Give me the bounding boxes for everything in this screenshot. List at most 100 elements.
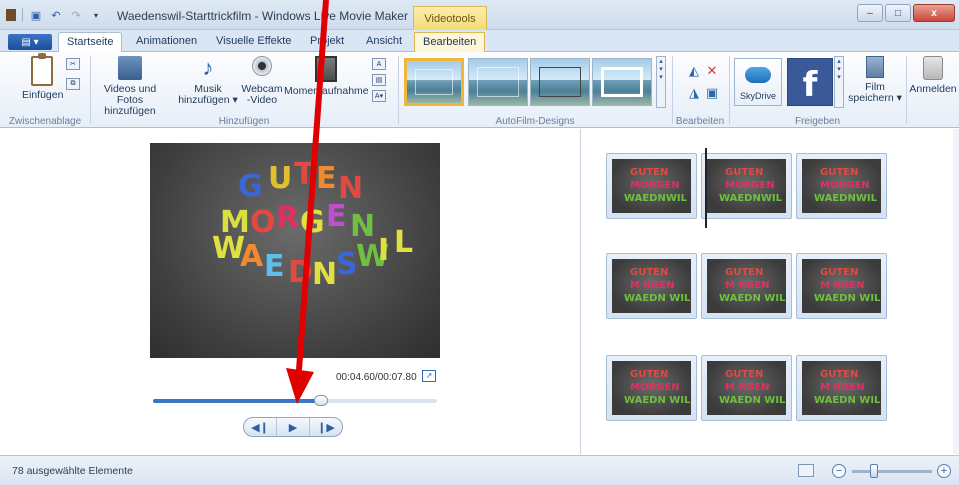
title-bar: ▣ ↶ ↷ ▾ Waedenswil-Starttrickfilm - Wind… xyxy=(0,0,959,32)
clip-thumbnail: GUTEN M RGEN WAEDN WIL xyxy=(707,361,786,415)
storyboard-clip[interactable]: GUTEN M RGEN WAEDN WIL xyxy=(796,253,887,319)
preview-pane: G U T E N M O R G E N W A E D N S W I L … xyxy=(0,129,581,454)
snapshot-icon xyxy=(315,56,337,82)
storyboard-clip[interactable]: GUTEN MORGEN WAEDNWIL xyxy=(796,153,887,219)
zoom-out-button[interactable]: − xyxy=(832,464,846,478)
skydrive-button[interactable]: SkyDrive xyxy=(734,58,782,106)
thumbnail-size-icon[interactable] xyxy=(798,464,814,477)
storyboard-clip[interactable]: GUTEN M RGEN WAEDN WIL xyxy=(606,253,697,319)
clip-thumbnail: GUTEN MORGEN WAEDNWIL xyxy=(707,159,786,213)
clip-thumbnail: GUTEN M RGEN WAEDN WIL xyxy=(707,259,786,313)
clip-thumbnail-text: WAEDNWIL xyxy=(624,193,687,204)
tab-bearbeiten[interactable]: Bearbeiten xyxy=(414,32,486,53)
seek-bar[interactable] xyxy=(153,395,437,406)
clip-thumbnail-text: GUTEN xyxy=(725,167,764,178)
clip-thumbnail-text: M RGEN xyxy=(820,280,865,291)
save-movie-button[interactable]: Film speichern ▾ xyxy=(848,56,902,104)
rotate-left-icon[interactable]: ◭ xyxy=(686,64,702,78)
maximize-button[interactable]: □ xyxy=(885,4,911,22)
storyboard-clip[interactable]: GUTEN M RGEN WAEDN WIL xyxy=(796,355,887,421)
facebook-button[interactable]: f xyxy=(787,58,833,106)
playback-controls: ◀❙ ▶ ❙▶ xyxy=(243,417,343,437)
share-gallery-scroll[interactable]: ▴ ▾ ▾ xyxy=(834,56,844,108)
add-credits-icon[interactable]: A▾ xyxy=(372,90,386,102)
add-caption-icon[interactable]: ▤ xyxy=(372,74,386,86)
tab-startseite[interactable]: Startseite xyxy=(58,32,123,53)
clip-thumbnail-text: GUTEN xyxy=(725,369,764,380)
clip-thumbnail-text: GUTEN xyxy=(630,167,669,178)
autofilm-theme-gallery xyxy=(404,58,666,110)
clip-thumbnail-text: M RGEN xyxy=(725,382,770,393)
user-icon xyxy=(923,56,943,80)
selection-count: 78 ausgewählte Elemente xyxy=(12,465,133,477)
group-label-autofilm: AutoFilm-Designs xyxy=(495,116,575,127)
close-button[interactable]: x xyxy=(913,4,955,22)
zoom-slider[interactable] xyxy=(852,470,932,473)
clip-thumbnail-text: MORGEN xyxy=(630,382,680,393)
clip-thumbnail-text: WAEDN WIL xyxy=(814,395,881,406)
zoom-slider-thumb[interactable] xyxy=(870,464,878,478)
theme-option-4[interactable] xyxy=(592,58,652,106)
save-icon[interactable]: ▣ xyxy=(29,8,43,22)
paste-button[interactable]: Einfügen xyxy=(22,53,63,101)
rotate-right-icon[interactable]: ◮ xyxy=(686,86,702,100)
cut-icon[interactable]: ✂ xyxy=(66,58,80,70)
clip-thumbnail-text: WAEDNWIL xyxy=(719,193,782,204)
storyboard-clip[interactable]: GUTEN MORGEN WAEDN WIL xyxy=(606,355,697,421)
storyboard-playhead[interactable] xyxy=(705,148,707,228)
add-videos-photos-button[interactable]: Videos und Fotos hinzufügen xyxy=(94,56,166,117)
storyboard-clip[interactable]: GUTEN MORGEN WAEDNWIL xyxy=(606,153,697,219)
app-logo-icon[interactable] xyxy=(6,9,16,21)
storyboard-clip[interactable]: GUTEN M RGEN WAEDN WIL xyxy=(701,355,792,421)
theme-option-1[interactable] xyxy=(404,58,464,106)
storyboard-clip[interactable]: GUTEN MORGEN WAEDNWIL xyxy=(701,153,792,219)
storyboard-clip[interactable]: GUTEN M RGEN WAEDN WIL xyxy=(701,253,792,319)
add-title-icon[interactable]: A xyxy=(372,58,386,70)
redo-icon[interactable]: ↷ xyxy=(69,8,83,22)
clip-thumbnail: GUTEN M RGEN WAEDN WIL xyxy=(802,361,881,415)
zoom-in-button[interactable]: + xyxy=(937,464,951,478)
play-button[interactable]: ▶ xyxy=(277,418,310,436)
storyboard-scrollbar[interactable] xyxy=(953,129,959,454)
application-menu-button[interactable]: ▤ ▾ xyxy=(8,34,52,50)
clip-thumbnail-text: WAEDN WIL xyxy=(814,293,881,304)
snapshot-button[interactable]: Momentaufnahme xyxy=(284,56,369,97)
clipboard-icon xyxy=(31,53,53,86)
webcam-video-button[interactable]: Webcam -Video xyxy=(240,56,284,106)
quick-access-toolbar: ▣ ↶ ↷ ▾ xyxy=(6,8,103,22)
video-preview[interactable]: G U T E N M O R G E N W A E D N S W I L xyxy=(150,143,440,358)
clip-thumbnail: GUTEN M RGEN WAEDN WIL xyxy=(612,259,691,313)
music-note-icon: ♪ xyxy=(202,55,214,80)
clip-thumbnail-text: GUTEN xyxy=(820,167,859,178)
theme-option-2[interactable] xyxy=(468,58,528,106)
undo-icon[interactable]: ↶ xyxy=(49,8,63,22)
customize-toolbar-icon[interactable]: ▾ xyxy=(89,8,103,22)
tab-animationen[interactable]: Animationen xyxy=(136,35,197,47)
next-frame-button[interactable]: ❙▶ xyxy=(310,418,342,436)
clip-thumbnail-text: GUTEN xyxy=(630,369,669,380)
clip-thumbnail-text: WAEDN WIL xyxy=(624,395,691,406)
status-bar: 78 ausgewählte Elemente − + xyxy=(0,455,959,485)
group-label-share: Freigeben xyxy=(794,116,841,127)
tab-ansicht[interactable]: Ansicht xyxy=(366,35,402,47)
select-all-icon[interactable]: ▣ xyxy=(704,86,720,100)
delete-icon[interactable]: ✕ xyxy=(704,64,720,78)
seek-progress xyxy=(153,399,321,403)
copy-icon[interactable]: ⧉ xyxy=(66,78,80,90)
previous-frame-button[interactable]: ◀❙ xyxy=(244,418,277,436)
tab-projekt[interactable]: Projekt xyxy=(310,35,344,47)
clip-thumbnail: GUTEN MORGEN WAEDNWIL xyxy=(802,159,881,213)
group-label-edit: Bearbeiten xyxy=(675,116,725,127)
clip-thumbnail-text: MORGEN xyxy=(820,180,870,191)
theme-gallery-scroll[interactable]: ▴ ▾ ▾ xyxy=(656,56,666,108)
seek-thumb[interactable] xyxy=(313,395,328,406)
tab-visuelle-effekte[interactable]: Visuelle Effekte xyxy=(216,35,291,47)
clip-thumbnail-text: WAEDNWIL xyxy=(814,193,877,204)
theme-option-3[interactable] xyxy=(530,58,590,106)
ribbon: Einfügen ✂ ⧉ Zwischenablage Videos und F… xyxy=(0,52,959,128)
add-music-button[interactable]: ♪ Musik hinzufügen ▾ xyxy=(178,56,238,106)
minimize-button[interactable]: – xyxy=(857,4,883,22)
clip-thumbnail-text: GUTEN xyxy=(725,267,764,278)
fullscreen-icon[interactable]: ↗ xyxy=(422,370,436,382)
sign-in-button[interactable]: Anmelden xyxy=(908,56,958,95)
